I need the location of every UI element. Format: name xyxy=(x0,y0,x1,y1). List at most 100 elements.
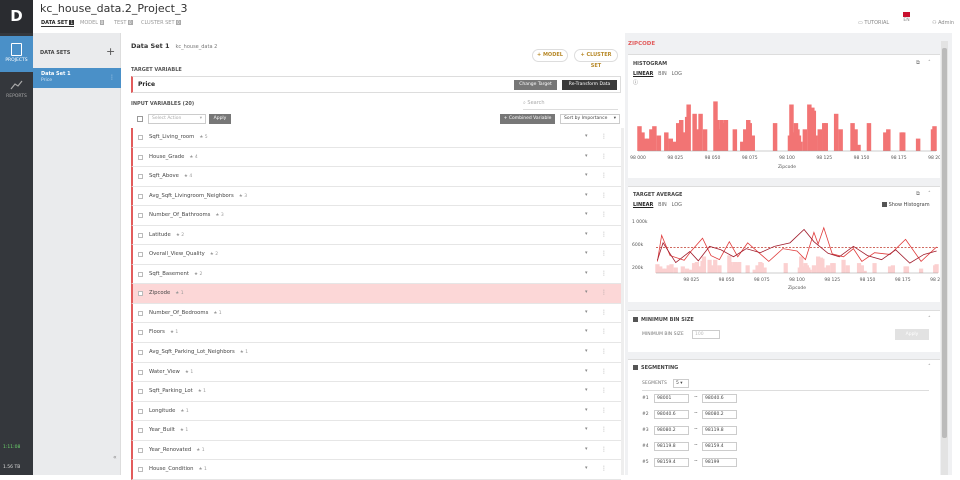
language-selector[interactable]: EN xyxy=(903,12,910,23)
row-checkbox[interactable] xyxy=(138,330,143,336)
chevron-down-icon[interactable]: ▾ xyxy=(585,231,588,237)
variable-row[interactable]: Floors ★ 1 ▾ ⋮ xyxy=(131,323,621,344)
segment-from-input[interactable]: 98159.4 xyxy=(654,458,689,467)
row-checkbox[interactable] xyxy=(138,213,143,219)
chevron-down-icon[interactable]: ▾ xyxy=(585,270,588,276)
tutorial-link[interactable]: ▭ TUTORIAL xyxy=(858,20,889,26)
tab-dataset[interactable]: DATA SET 1 xyxy=(41,20,74,27)
collapse-icon[interactable]: ˄ xyxy=(928,364,931,370)
row-checkbox[interactable] xyxy=(138,174,143,180)
show-histogram-toggle[interactable]: Show Histogram xyxy=(882,202,930,208)
sort-select[interactable]: Sort by Importance ▾ xyxy=(560,114,620,124)
tab-test[interactable]: TEST 0 xyxy=(114,20,133,26)
variable-row[interactable]: Latitude ★ 2 ▾ ⋮ xyxy=(131,225,621,246)
variable-row[interactable]: Sqft_Parking_Lot ★ 1 ▾ ⋮ xyxy=(131,382,621,402)
variable-row[interactable]: Sqft_Above ★ 4 ▾ ⋮ xyxy=(131,167,621,187)
row-checkbox[interactable] xyxy=(138,310,143,316)
tab-log[interactable]: LOG xyxy=(672,71,682,77)
variable-row[interactable]: Avg_Sqft_Parking_Lot_Neighbors ★ 1 ▾ ⋮ xyxy=(131,343,621,363)
segment-to-input[interactable]: 98159.4 xyxy=(702,442,737,451)
chevron-down-icon[interactable]: ▾ xyxy=(585,192,588,198)
min-bin-apply-button[interactable]: Apply xyxy=(895,329,929,340)
chevron-down-icon[interactable]: ▾ xyxy=(585,211,588,217)
more-icon[interactable]: ⋮ xyxy=(601,192,607,199)
apply-action-button[interactable]: Apply xyxy=(209,114,231,124)
tab-bin[interactable]: BIN xyxy=(658,71,667,77)
collapse-icon[interactable]: ˄ xyxy=(928,316,931,322)
row-checkbox[interactable] xyxy=(138,291,143,297)
row-checkbox[interactable] xyxy=(138,252,143,258)
segment-to-input[interactable]: 98080.2 xyxy=(702,410,737,419)
row-checkbox[interactable] xyxy=(138,232,143,238)
more-icon[interactable]: ⋮ xyxy=(601,446,607,453)
chevron-down-icon[interactable]: ▾ xyxy=(585,328,588,334)
tab-linear[interactable]: LINEAR xyxy=(633,71,653,77)
more-icon[interactable]: ⋮ xyxy=(601,328,607,335)
tab-model[interactable]: MODEL 0 xyxy=(80,20,105,26)
search-input[interactable]: ⌕ Search xyxy=(523,100,545,106)
detail-scrollbar-thumb[interactable] xyxy=(942,48,947,438)
change-target-button[interactable]: Change Target xyxy=(514,80,557,90)
expand-icon[interactable]: ⧉ xyxy=(916,60,920,67)
chevron-down-icon[interactable]: ▾ xyxy=(585,172,588,178)
chevron-down-icon[interactable]: ▾ xyxy=(585,465,588,471)
more-icon[interactable]: ⋮ xyxy=(601,270,607,277)
chevron-down-icon[interactable]: ▾ xyxy=(585,348,588,354)
segments-count-select[interactable]: 5 ▾ xyxy=(673,379,689,388)
segment-to-input[interactable]: 98119.8 xyxy=(702,426,737,435)
tab-log[interactable]: LOG xyxy=(672,202,682,208)
more-icon[interactable]: ⋮ xyxy=(601,426,607,433)
chevron-down-icon[interactable]: ▾ xyxy=(585,387,588,393)
row-checkbox[interactable] xyxy=(138,447,143,453)
more-icon[interactable]: ⋮ xyxy=(601,231,607,238)
nav-reports[interactable]: REPORTS xyxy=(0,72,33,108)
variable-row[interactable]: Longitude ★ 1 ▾ ⋮ xyxy=(131,401,621,422)
variable-list-scrollbar[interactable] xyxy=(621,128,624,475)
segment-from-input[interactable]: 98040.6 xyxy=(654,410,689,419)
variable-row[interactable]: Zipcode ★ 1 ▾ ⋮ xyxy=(131,284,621,304)
tab-bin[interactable]: BIN xyxy=(658,202,667,208)
row-checkbox[interactable] xyxy=(138,135,143,140)
variable-row[interactable]: Year_Renovated ★ 1 ▾ ⋮ xyxy=(131,440,621,461)
more-icon[interactable]: ⋮ xyxy=(601,348,607,355)
user-menu[interactable]: ⚇ Admin xyxy=(932,20,954,26)
segmenting-checkbox[interactable] xyxy=(633,365,638,370)
chevron-down-icon[interactable]: ▾ xyxy=(585,250,588,256)
more-icon[interactable]: ⋮ xyxy=(109,74,115,81)
collapse-icon[interactable]: ˄ xyxy=(928,60,931,66)
row-checkbox[interactable] xyxy=(138,369,143,375)
more-icon[interactable]: ⋮ xyxy=(601,133,607,140)
segment-from-input[interactable]: 98119.8 xyxy=(654,442,689,451)
variable-row[interactable]: Water_View ★ 1 ▾ ⋮ xyxy=(131,362,621,383)
variable-row[interactable]: Avg_Sqft_Livingroom_Neighbors ★ 3 ▾ ⋮ xyxy=(131,186,621,207)
chevron-down-icon[interactable]: ▾ xyxy=(585,153,588,159)
segment-to-input[interactable]: 98040.6 xyxy=(702,394,737,403)
more-icon[interactable]: ⋮ xyxy=(601,465,607,472)
chevron-down-icon[interactable]: ▾ xyxy=(585,368,588,374)
chevron-down-icon[interactable]: ▾ xyxy=(585,133,588,139)
collapse-icon[interactable]: ˄ xyxy=(928,191,931,197)
add-dataset-button[interactable]: + xyxy=(106,45,115,58)
chevron-down-icon[interactable]: ▾ xyxy=(585,446,588,452)
more-icon[interactable]: ⋮ xyxy=(601,407,607,414)
segment-to-input[interactable]: 98199 xyxy=(702,458,737,467)
expand-icon[interactable]: ⧉ xyxy=(916,191,920,198)
row-checkbox[interactable] xyxy=(138,408,143,414)
app-logo[interactable]: D xyxy=(0,0,33,33)
row-checkbox[interactable] xyxy=(138,271,143,277)
row-checkbox[interactable] xyxy=(138,154,143,160)
variable-row[interactable]: House_Grade ★ 4 ▾ ⋮ xyxy=(131,147,621,168)
select-all-checkbox[interactable] xyxy=(137,116,143,122)
chevron-down-icon[interactable]: ▾ xyxy=(585,289,588,295)
more-icon[interactable]: ⋮ xyxy=(601,289,607,296)
variable-row[interactable]: Number_Of_Bedrooms ★ 1 ▾ ⋮ xyxy=(131,303,621,324)
add-cluster-set-button[interactable]: + CLUSTER SET xyxy=(574,49,618,69)
variable-row[interactable]: Number_Of_Bathrooms ★ 3 ▾ ⋮ xyxy=(131,206,621,226)
more-icon[interactable]: ⋮ xyxy=(601,368,607,375)
nav-projects[interactable]: PROJECTS xyxy=(0,36,33,72)
segment-from-input[interactable]: 98001 xyxy=(654,394,689,403)
segment-from-input[interactable]: 98080.2 xyxy=(654,426,689,435)
chevron-down-icon[interactable]: ▾ xyxy=(585,407,588,413)
variable-row[interactable]: Sqft_Basement ★ 2 ▾ ⋮ xyxy=(131,264,621,285)
row-checkbox[interactable] xyxy=(138,350,143,356)
